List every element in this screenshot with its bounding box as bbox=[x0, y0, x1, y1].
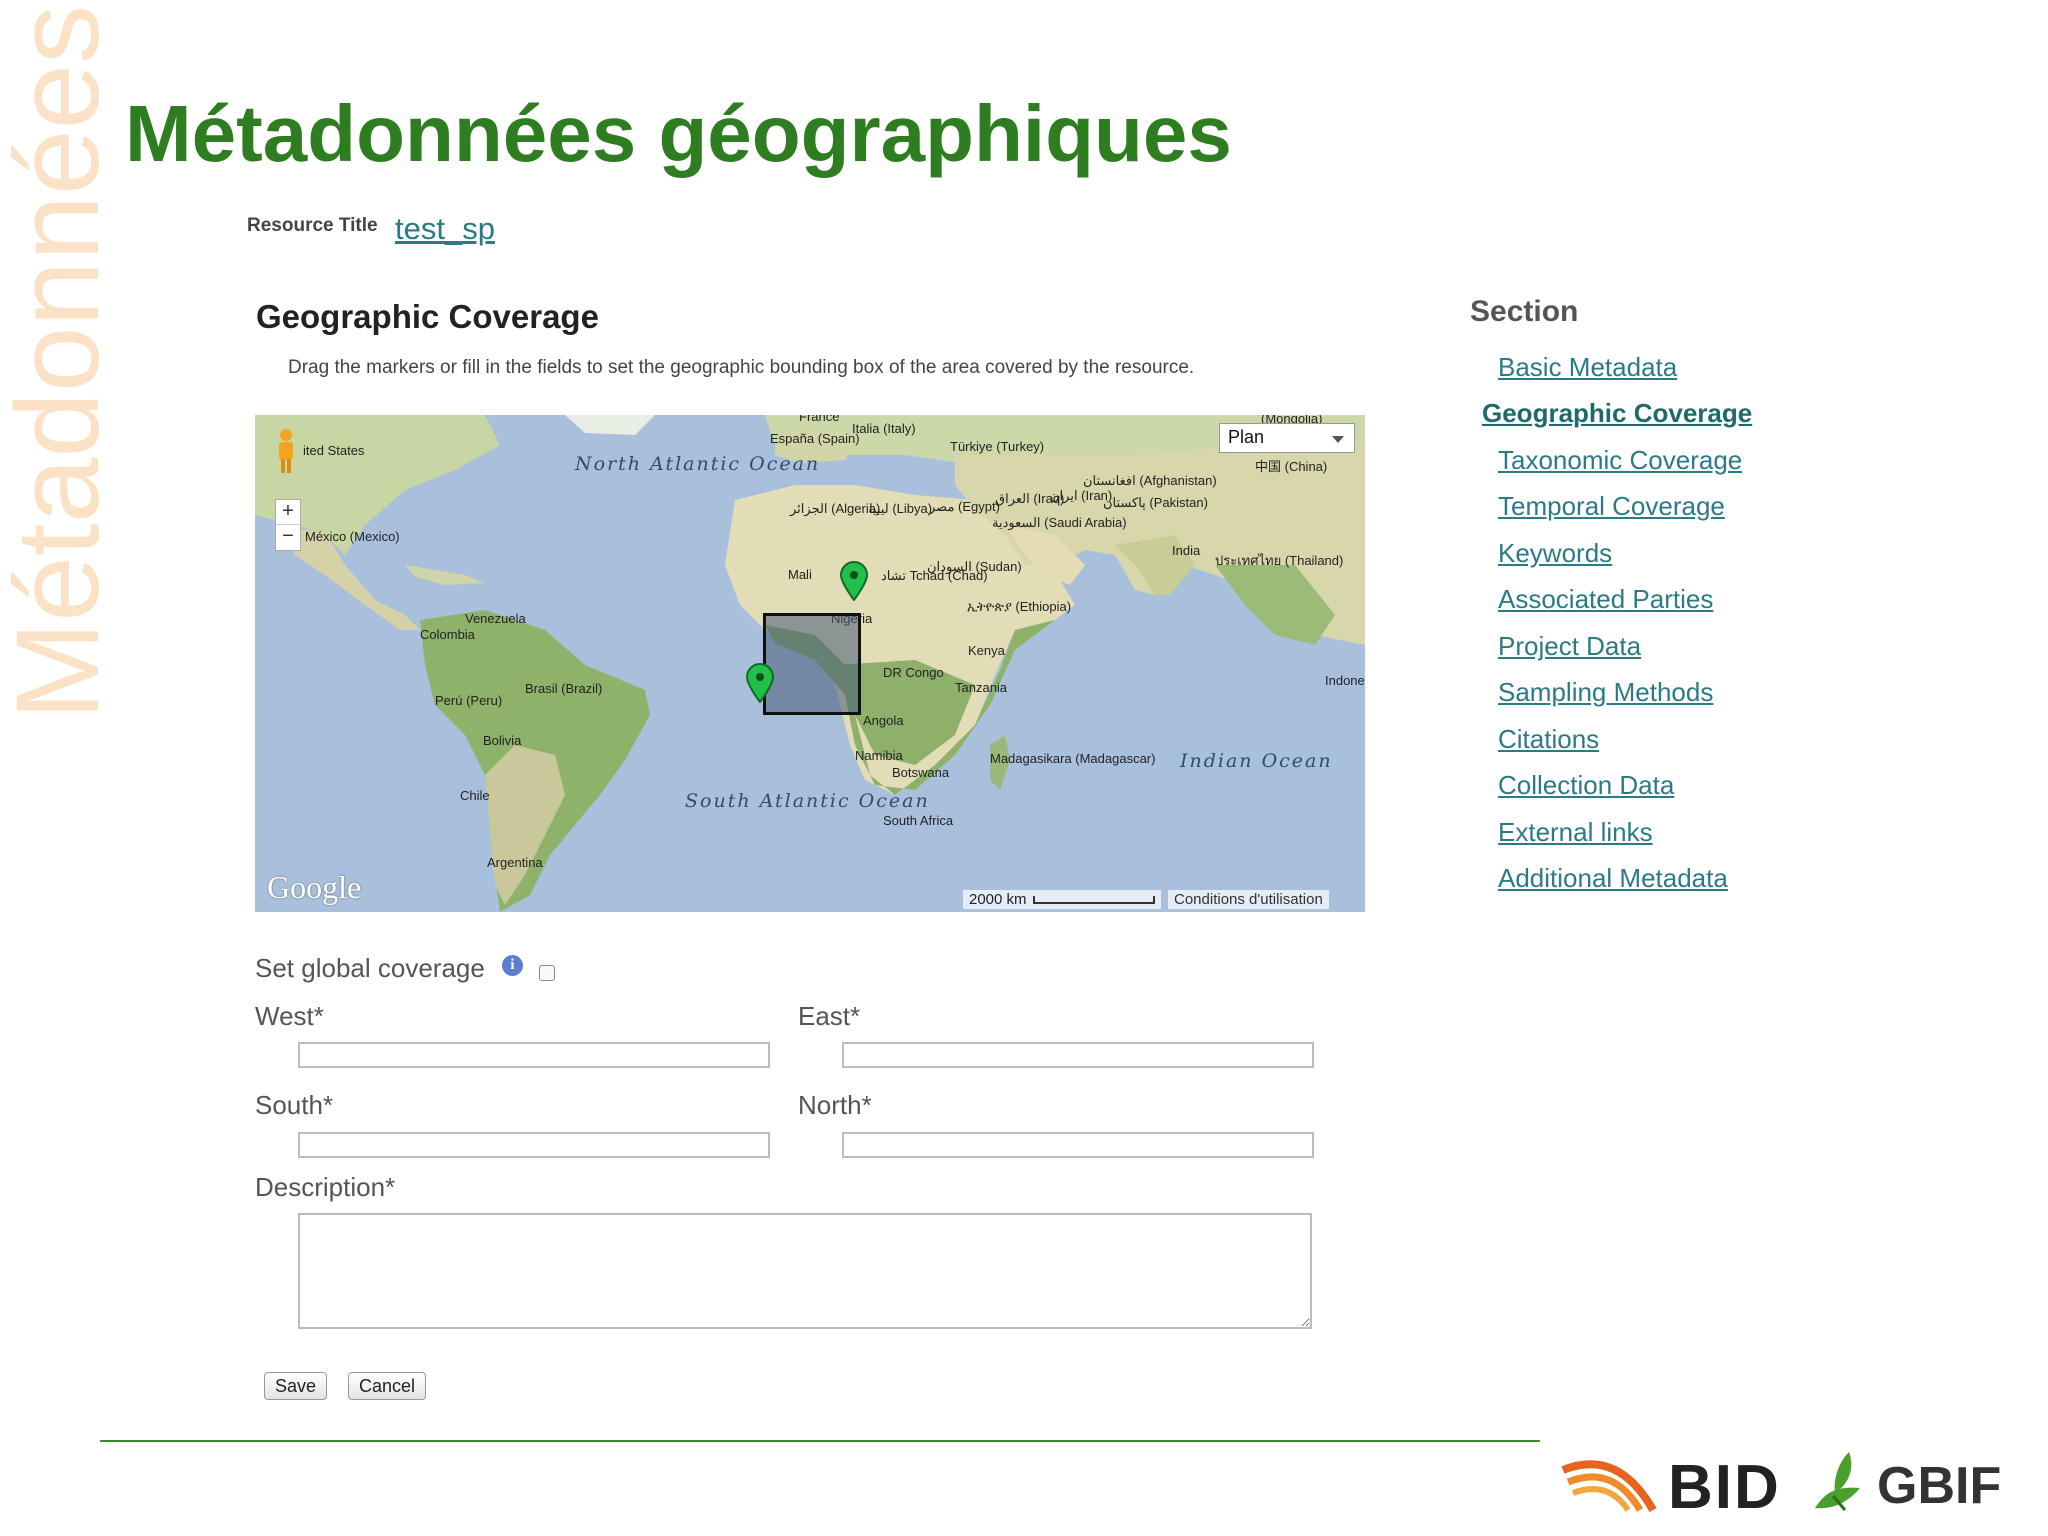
resource-title-label: Resource Title bbox=[247, 215, 378, 236]
map-label-ethiopia: ኢትዮጵያ (Ethiopia) bbox=[967, 599, 1071, 614]
south-label: South* bbox=[255, 1090, 334, 1120]
map-label-bolivia: Bolivia bbox=[483, 733, 522, 748]
save-button[interactable]: Save bbox=[264, 1372, 328, 1400]
map-label-angola: Angola bbox=[863, 713, 904, 728]
description-label: Description* bbox=[255, 1172, 396, 1202]
zoom-out-button[interactable]: − bbox=[276, 525, 300, 549]
street-view-pegman-icon[interactable] bbox=[275, 427, 297, 475]
bid-logo-text: BID bbox=[1668, 1453, 1781, 1522]
east-label: East* bbox=[798, 1001, 861, 1031]
map-label-pakistan: پاکستان (Pakistan) bbox=[1103, 495, 1208, 511]
screenshot-panel: Resource Title test_sp Geographic Covera… bbox=[130, 195, 1790, 1415]
north-input[interactable] bbox=[842, 1132, 1314, 1158]
map-terms-link[interactable]: Conditions d'utilisation bbox=[1168, 890, 1329, 909]
map-type-value: Plan bbox=[1228, 427, 1265, 447]
map-label-venezuela: Venezuela bbox=[465, 611, 526, 626]
map-label-espana: España (Spain) bbox=[770, 431, 860, 446]
map-label-saudi: السعودية (Saudi Arabia) bbox=[992, 515, 1127, 531]
map-label-afghanistan: افغانستان (Afghanistan) bbox=[1083, 473, 1217, 488]
south-west-marker-icon[interactable] bbox=[745, 663, 775, 703]
map-label-peru: Perú (Peru) bbox=[435, 693, 502, 708]
map-label-namibia: Namibia bbox=[855, 748, 903, 763]
sidebar-item-citations[interactable]: Citations bbox=[1498, 724, 1599, 755]
sidebar-item-geographic-coverage[interactable]: Geographic Coverage bbox=[1482, 398, 1752, 429]
dropdown-caret-icon bbox=[1332, 436, 1344, 443]
map-label-sudan: السودان (Sudan) bbox=[927, 559, 1022, 575]
map-label-indian-ocean: Indian Ocean bbox=[1179, 750, 1333, 772]
map-label-north-atlantic: North Atlantic Ocean bbox=[574, 453, 820, 475]
map-label-turkiye: Türkiye (Turkey) bbox=[950, 439, 1044, 454]
sidebar-item-associated-parties[interactable]: Associated Parties bbox=[1498, 584, 1713, 615]
map-label-libya: ليبيا (Libya) bbox=[869, 501, 932, 516]
sidebar-item-taxonomic-coverage[interactable]: Taxonomic Coverage bbox=[1498, 445, 1742, 476]
footer-divider bbox=[100, 1440, 1540, 1442]
bid-logo: BID bbox=[1558, 1448, 1779, 1522]
sidebar-item-collection-data[interactable]: Collection Data bbox=[1498, 770, 1674, 801]
description-textarea[interactable] bbox=[298, 1213, 1312, 1329]
gbif-logo: GBIF bbox=[1805, 1448, 2001, 1518]
sidebar-item-external-links[interactable]: External links bbox=[1498, 817, 1653, 848]
map-type-select[interactable]: Plan bbox=[1219, 423, 1355, 453]
section-heading: Section bbox=[1470, 295, 1579, 328]
gbif-leaf-icon bbox=[1815, 1452, 1860, 1511]
cancel-button[interactable]: Cancel bbox=[348, 1372, 427, 1400]
map-label-madagascar: Madagasikara (Madagascar) bbox=[990, 751, 1155, 766]
side-title-text: Métadonnées bbox=[0, 4, 124, 720]
sidebar-item-project-data[interactable]: Project Data bbox=[1498, 631, 1641, 662]
resource-title-link[interactable]: test_sp bbox=[395, 211, 495, 247]
sidebar-item-additional-metadata[interactable]: Additional Metadata bbox=[1498, 863, 1728, 894]
map-label-united-states: ited States bbox=[303, 443, 365, 458]
scale-bar bbox=[1032, 896, 1155, 905]
map-label-mali: Mali bbox=[788, 567, 812, 582]
gbif-logo-text: GBIF bbox=[1877, 1457, 2002, 1515]
map-label-brasil: Brasil (Brazil) bbox=[525, 681, 602, 696]
map-label-egypt: مصر (Egypt) bbox=[928, 499, 1000, 515]
map-label-chile: Chile bbox=[460, 788, 490, 803]
info-icon[interactable]: i bbox=[502, 955, 523, 976]
global-coverage-checkbox[interactable] bbox=[539, 965, 555, 981]
zoom-in-button[interactable]: + bbox=[276, 500, 300, 525]
map-label-kenya: Kenya bbox=[968, 643, 1006, 658]
map-label-india: India bbox=[1172, 543, 1201, 558]
map-label-italia: Italia (Italy) bbox=[852, 421, 916, 436]
map-label-indonesia: Indone bbox=[1325, 673, 1365, 688]
map-label-argentina: Argentina bbox=[487, 855, 543, 870]
geographic-coverage-description: Drag the markers or fill in the fields t… bbox=[288, 357, 1195, 378]
west-label: West* bbox=[255, 1001, 324, 1031]
map-label-china: 中国 (China) bbox=[1255, 459, 1327, 474]
map-label-south-africa: South Africa bbox=[883, 813, 954, 828]
map-label-botswana: Botswana bbox=[892, 765, 950, 780]
map-label-mexico: México (Mexico) bbox=[305, 529, 400, 544]
north-label: North* bbox=[798, 1090, 872, 1120]
zoom-control: + − bbox=[275, 499, 301, 551]
sidebar-item-keywords[interactable]: Keywords bbox=[1498, 538, 1612, 569]
geographic-coverage-heading: Geographic Coverage bbox=[256, 298, 599, 335]
west-input[interactable] bbox=[298, 1042, 770, 1068]
map-label-drcongo: DR Congo bbox=[883, 665, 944, 680]
east-input[interactable] bbox=[842, 1042, 1314, 1068]
north-east-marker-icon[interactable] bbox=[839, 561, 869, 601]
google-logo: Google bbox=[267, 869, 362, 905]
coverage-map[interactable]: ited States México (Mexico) Venezuela Co… bbox=[255, 415, 1365, 912]
sidebar-item-temporal-coverage[interactable]: Temporal Coverage bbox=[1498, 491, 1725, 522]
south-input[interactable] bbox=[298, 1132, 770, 1158]
sidebar-item-basic-metadata[interactable]: Basic Metadata bbox=[1498, 352, 1677, 383]
map-label-france: France bbox=[799, 415, 839, 424]
map-label-south-atlantic: South Atlantic Ocean bbox=[685, 790, 930, 812]
map-label-tanzania: Tanzania bbox=[955, 680, 1008, 695]
sidebar-item-sampling-methods[interactable]: Sampling Methods bbox=[1498, 677, 1713, 708]
global-coverage-label: Set global coverage bbox=[255, 953, 485, 983]
map-label-colombia: Colombia bbox=[420, 627, 476, 642]
vertical-side-title: Métadonnées bbox=[0, 5, 124, 720]
map-label-algeria: الجزائر (Algeria) bbox=[789, 501, 880, 517]
bounding-box-rectangle[interactable] bbox=[763, 613, 861, 715]
map-label-thailand: ประเทศไทย (Thailand) bbox=[1215, 553, 1343, 568]
map-scale-text: 2000 km bbox=[969, 891, 1027, 908]
slide-title: Métadonnées géographiques bbox=[125, 89, 1232, 178]
bid-logo-arcs-icon bbox=[1561, 1460, 1657, 1512]
map-scale: 2000 km bbox=[963, 890, 1161, 909]
